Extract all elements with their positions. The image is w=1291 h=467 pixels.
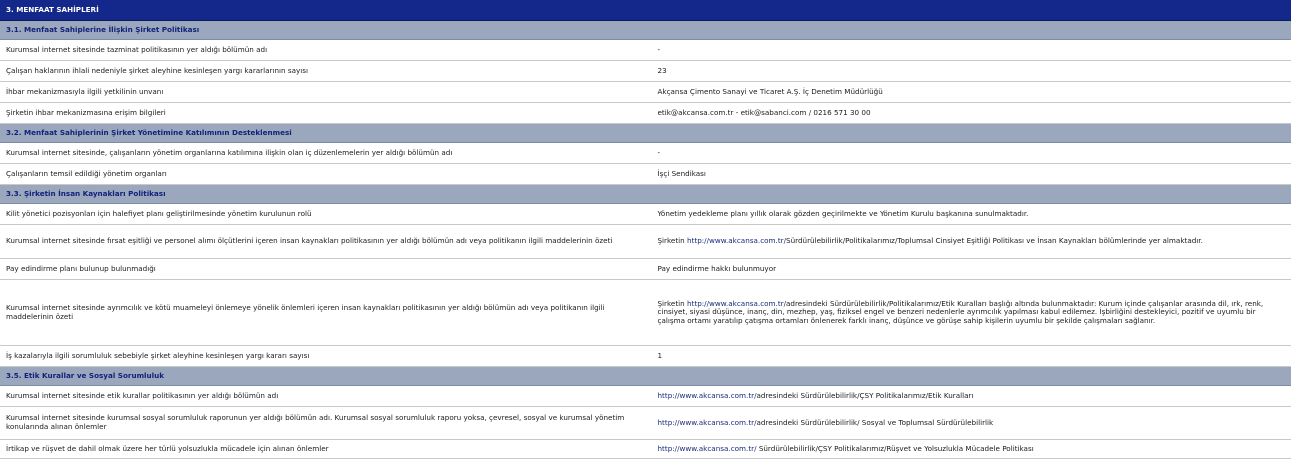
website-link[interactable]: http://www.akcansa.com.tr/ (658, 391, 757, 400)
section-header-3-2: 3.2. Menfaat Sahiplerinin Şirket Yönetim… (0, 123, 1291, 143)
table-row: Çalışanların temsil edildiği yönetim org… (0, 163, 1291, 185)
question-cell: Kurumsal internet sitesinde fırsat eşitl… (0, 224, 646, 259)
table-row: Çalışan haklarının ihlali nedeniyle şirk… (0, 60, 1291, 82)
table-row: Kurumsal internet sitesinde ayrımcılık v… (0, 279, 1291, 346)
question-cell: Kurumsal internet sitesinde etik kuralla… (0, 385, 646, 407)
website-link[interactable]: http://www.akcansa.com.tr/ (658, 418, 757, 427)
question-cell: Kurumsal internet sitesinde kurumsal sos… (0, 406, 646, 440)
question-cell: Kurumsal internet sitesinde ayrımcılık v… (0, 279, 646, 346)
answer-cell: http://www.akcansa.com.tr/ Sürdürülebili… (645, 439, 1291, 459)
table-row: İş kazalarıyla ilgili sorumluluk sebebiy… (0, 345, 1291, 367)
question-cell: Kurumsal internet sitesinde, çalışanları… (0, 142, 646, 164)
section-title: 3.5. Etik Kurallar ve Sosyal Sorumluluk (0, 366, 1291, 386)
table-row: Kilit yönetici pozisyonları için halefiy… (0, 203, 1291, 225)
answer-cell: Akçansa Çimento Sanayi ve Ticaret A.Ş. İ… (645, 81, 1291, 103)
table-row: İrtikap ve rüşvet de dahil olmak üzere h… (0, 439, 1291, 459)
answer-cell: 23 (645, 60, 1291, 82)
section-title: 3.1. Menfaat Sahiplerine İlişkin Şirket … (0, 20, 1291, 40)
section-header-3-3: 3.3. Şirketin İnsan Kaynakları Politikas… (0, 184, 1291, 204)
section-header-3-5: 3.5. Etik Kurallar ve Sosyal Sorumluluk (0, 366, 1291, 386)
question-cell: Kilit yönetici pozisyonları için halefiy… (0, 203, 646, 225)
question-cell: Pay edindirme planı bulunup bulunmadığı (0, 258, 646, 280)
answer-cell: http://www.akcansa.com.tr/adresindeki Sü… (645, 385, 1291, 407)
table-row: Kurumsal internet sitesinde kurumsal sos… (0, 406, 1291, 440)
answer-prefix: Şirketin (657, 236, 687, 246)
table-row: Kurumsal internet sitesinde etik kuralla… (0, 385, 1291, 407)
website-link[interactable]: http://www.akcansa.com.tr/ (687, 236, 786, 245)
section-title: 3.3. Şirketin İnsan Kaynakları Politikas… (0, 184, 1291, 204)
section-header-3-1: 3.1. Menfaat Sahiplerine İlişkin Şirket … (0, 20, 1291, 40)
question-cell: Şirketin ihbar mekanizmasına erişim bilg… (0, 102, 646, 124)
table-row: Kurumsal internet sitesinde fırsat eşitl… (0, 224, 1291, 259)
answer-cell: etik@akcansa.com.tr - etik@sabanci.com /… (645, 102, 1291, 124)
answer-suffix: Sürdürülebilirlik/Politikalarımız/Toplum… (786, 236, 1203, 246)
answer-cell: - (645, 39, 1291, 61)
question-cell: İş kazalarıyla ilgili sorumluluk sebebiy… (0, 345, 646, 367)
table-row: Şirketin ihbar mekanizmasına erişim bilg… (0, 102, 1291, 124)
table-row: Kurumsal internet sitesinde, çalışanları… (0, 142, 1291, 164)
main-header-row: 3. MENFAAT SAHİPLERİ (0, 0, 1291, 21)
website-link[interactable]: http://www.akcansa.com.tr/ (658, 444, 757, 453)
answer-cell: http://www.akcansa.com.tr/adresindeki Sü… (645, 406, 1291, 440)
question-cell: Çalışan haklarının ihlali nedeniyle şirk… (0, 60, 646, 82)
answer-cell: Pay edindirme hakkı bulunmuyor (645, 258, 1291, 280)
table-row: Pay edindirme planı bulunup bulunmadığı … (0, 258, 1291, 280)
answer-cell: - (645, 142, 1291, 164)
answer-cell: Şirketin http://www.akcansa.com.tr/Sürdü… (645, 224, 1291, 259)
main-title: 3. MENFAAT SAHİPLERİ (0, 0, 1291, 21)
section-title: 3.2. Menfaat Sahiplerinin Şirket Yönetim… (0, 123, 1291, 143)
answer-cell: 1 (645, 345, 1291, 367)
question-cell: Kurumsal internet sitesinde tazminat pol… (0, 39, 646, 61)
answer-suffix: adresindeki Sürdürülebilirlik/ Sosyal ve… (756, 417, 994, 427)
table-row: İhbar mekanizmasıyla ilgili yetkilinin u… (0, 81, 1291, 103)
answer-suffix: adresindeki Sürdürülebilirlik/ÇSY Politi… (756, 390, 974, 400)
table-row: Kurumsal internet sitesinde tazminat pol… (0, 39, 1291, 61)
answer-cell: Yönetim yedekleme planı yıllık olarak gö… (645, 203, 1291, 225)
question-cell: İhbar mekanizmasıyla ilgili yetkilinin u… (0, 81, 646, 103)
question-cell: Çalışanların temsil edildiği yönetim org… (0, 163, 646, 185)
stakeholders-table: 3. MENFAAT SAHİPLERİ 3.1. Menfaat Sahipl… (0, 0, 1291, 459)
answer-suffix: Sürdürülebilirlik/ÇSY Politikalarımız/Rü… (756, 443, 1034, 453)
answer-cell: İşçi Sendikası (645, 163, 1291, 185)
question-cell: İrtikap ve rüşvet de dahil olmak üzere h… (0, 439, 646, 459)
answer-cell: Şirketin http://www.akcansa.com.tr/adres… (645, 279, 1291, 346)
